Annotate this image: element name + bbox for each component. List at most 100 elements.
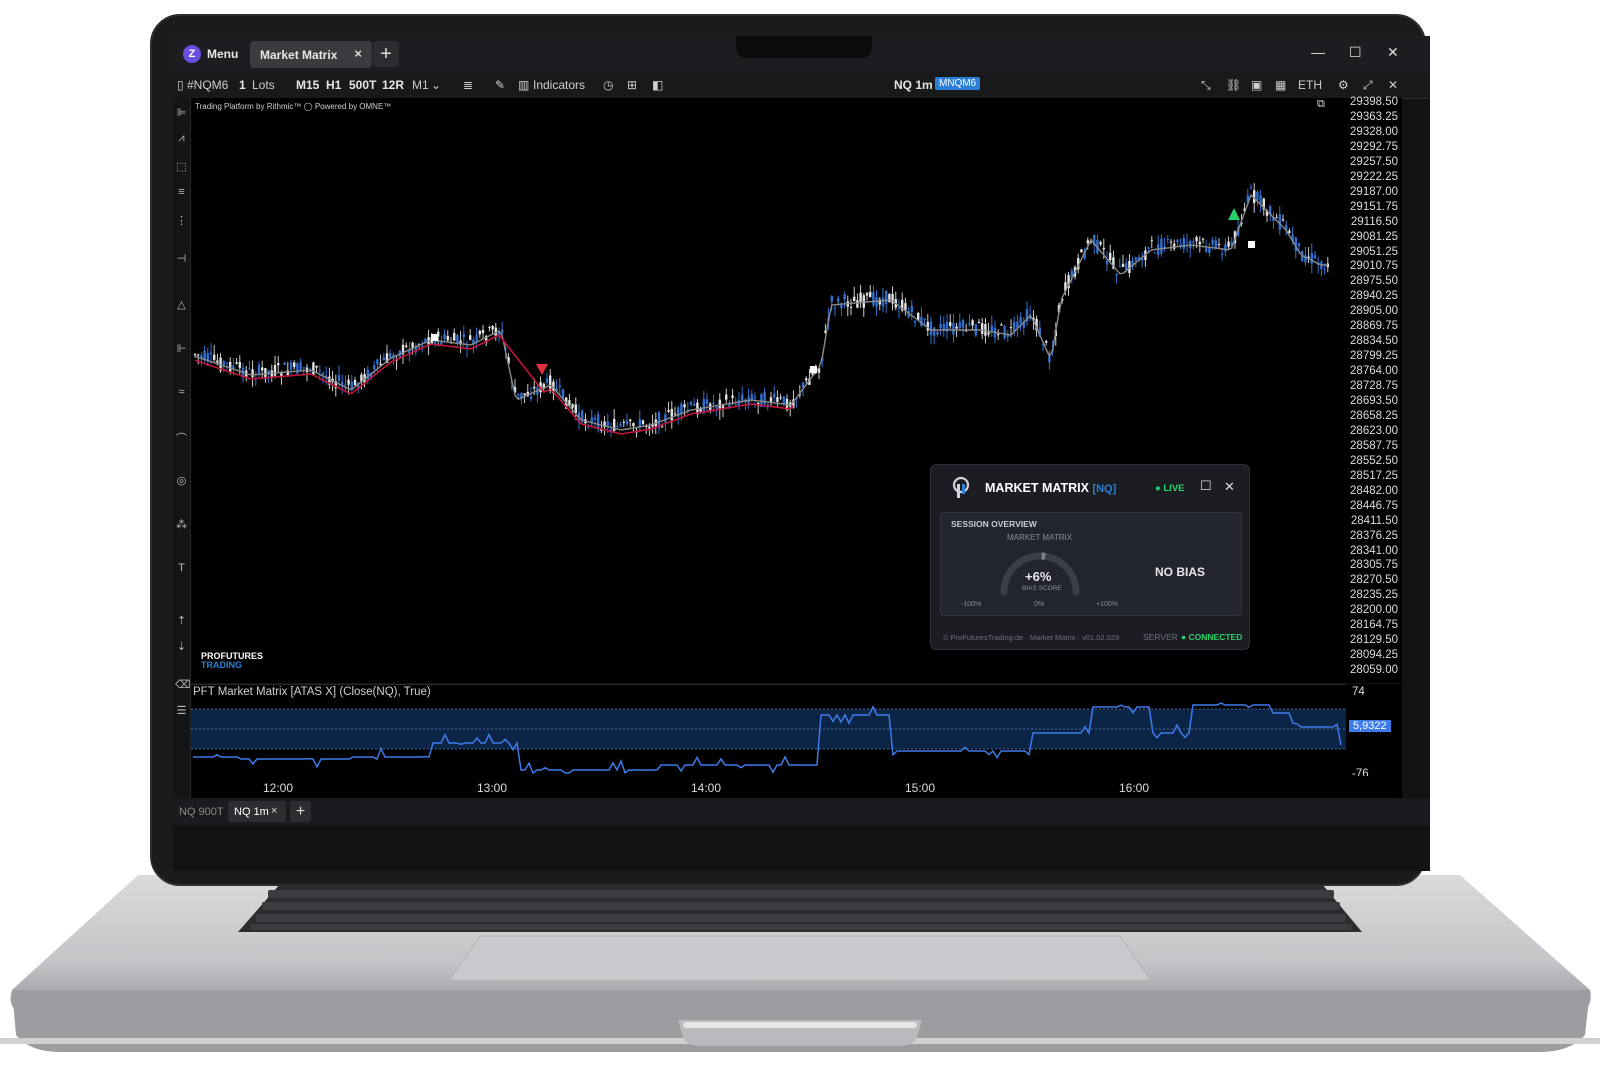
candle: [427, 329, 430, 356]
candle: [408, 341, 411, 362]
candle: [277, 356, 280, 373]
collapse-icon[interactable]: ⤡: [1201, 78, 1211, 93]
candle: [1019, 312, 1022, 331]
candle: [283, 361, 286, 366]
candle: [312, 361, 315, 376]
close-chart-tab-icon[interactable]: ×: [271, 805, 277, 817]
time-label: 16:00: [1119, 781, 1150, 795]
close-panel-icon[interactable]: ✕: [1224, 479, 1235, 495]
candle: [1016, 314, 1019, 338]
rectangle-tool-icon[interactable]: ⬚: [175, 160, 188, 173]
new-tab-button[interactable]: +: [373, 41, 399, 67]
eraser-icon[interactable]: ⌫: [175, 678, 191, 691]
price-label: 28623.00: [1350, 424, 1398, 437]
close-tab-icon[interactable]: ×: [354, 46, 362, 61]
panel-toggle-icon[interactable]: ◧: [652, 78, 663, 92]
pencil-icon[interactable]: ✎: [495, 78, 505, 92]
candle: [1275, 213, 1278, 219]
chart-settings-icon[interactable]: ⧉: [1317, 98, 1325, 111]
timeframe-500t[interactable]: 500T: [349, 78, 376, 92]
clock-icon[interactable]: ◷: [603, 78, 613, 92]
timeframe-m15[interactable]: M15: [296, 78, 319, 92]
candle: [1118, 258, 1121, 268]
candle: [936, 330, 939, 337]
candle: [997, 329, 1000, 341]
object-list-icon[interactable]: ☰: [175, 704, 188, 717]
gear-icon[interactable]: ⚙: [1338, 78, 1349, 92]
candle: [1144, 246, 1147, 267]
indicators-button[interactable]: Indicators: [533, 78, 585, 92]
pattern-tool-icon[interactable]: ≈: [175, 386, 188, 398]
triangle-tool-icon[interactable]: △: [175, 298, 188, 311]
long-position-icon[interactable]: ⇡: [175, 614, 188, 627]
minimize-button[interactable]: —: [1311, 44, 1325, 60]
tab-market-matrix[interactable]: Market Matrix ×: [250, 41, 372, 68]
price-axis[interactable]: 29398.50 29363.25 29328.00 29292.75 29257.50…: [1346, 96, 1402, 683]
candle: [981, 317, 984, 340]
session-overview-card: SESSION OVERVIEW MARKET MATRIX +6% BIAS …: [940, 512, 1242, 616]
trendline-tool-icon[interactable]: ⩘: [175, 132, 188, 145]
candle: [865, 291, 869, 301]
cursor-tool-icon[interactable]: ⊫: [175, 106, 188, 119]
candle: [392, 352, 395, 365]
candle: [472, 336, 475, 354]
magnet-icon[interactable]: ◎: [175, 474, 188, 487]
screen: Z Menu Market Matrix × + — ☐ ✕ ▯ #NQM6 1…: [173, 36, 1430, 871]
layout-icon[interactable]: ⊞: [627, 78, 637, 92]
close-chart-icon[interactable]: ✕: [1388, 78, 1398, 92]
horizontal-line-icon[interactable]: ⊣: [175, 252, 188, 265]
market-matrix-panel[interactable]: MARKET MATRIX [NQ] ● LIVE ☐ ✕ SESSION OV…: [930, 464, 1250, 650]
session-selector[interactable]: ETH: [1298, 78, 1322, 92]
maximize-button[interactable]: ☐: [1349, 44, 1362, 61]
candle: [1006, 330, 1009, 342]
add-chart-tab-button[interactable]: +: [290, 801, 311, 822]
price-label: 28235.25: [1350, 589, 1398, 602]
timeframe-12r[interactable]: 12R: [382, 78, 404, 92]
omne-icon: ◯: [303, 102, 315, 111]
candle: [488, 325, 491, 332]
candle: [453, 328, 456, 341]
camera-icon[interactable]: ▣: [1251, 78, 1262, 92]
maximize-panel-icon[interactable]: ☐: [1200, 478, 1212, 494]
link-icon[interactable]: ⛓: [1226, 78, 1241, 92]
price-label: 29398.50: [1350, 96, 1398, 108]
candle: [1182, 234, 1185, 254]
qty-value[interactable]: 1: [239, 78, 246, 92]
timeframe-m1[interactable]: M1: [412, 78, 429, 92]
timeframe-h1[interactable]: H1: [326, 78, 341, 92]
candle: [590, 409, 593, 427]
range-tool-icon[interactable]: ⋮: [175, 214, 188, 227]
candle: [1000, 322, 1003, 326]
menu-button[interactable]: Z Menu: [179, 42, 246, 66]
candle: [286, 362, 289, 377]
candle: [1179, 238, 1182, 250]
candle: [1278, 206, 1281, 236]
expand-icon[interactable]: ⤢: [1363, 78, 1373, 93]
time-axis[interactable]: 12:00 13:00 14:00 15:00 16:00: [191, 776, 1402, 798]
short-position-icon[interactable]: ⇣: [175, 640, 188, 653]
buy-arrow-icon: [1228, 208, 1240, 220]
chart-tabs: NQ 900T NQ 1m × +: [173, 798, 1430, 826]
indicator-pane[interactable]: [191, 684, 1346, 789]
price-label: 29081.25: [1350, 230, 1398, 243]
contract-badge: MNQM6: [935, 77, 981, 90]
scroll-handle-icon: ▯: [177, 78, 184, 92]
chevron-down-icon[interactable]: ⌄: [431, 78, 441, 92]
curve-tool-icon[interactable]: ⌒: [175, 430, 188, 446]
candle: [1189, 239, 1192, 258]
calendar-icon[interactable]: ▦: [1275, 78, 1286, 92]
candle: [1115, 273, 1118, 284]
candle: [1224, 238, 1227, 257]
candle: [414, 343, 417, 356]
fib-tool-icon[interactable]: ⊩: [175, 342, 188, 355]
symbol-selector[interactable]: #NQM6: [187, 78, 228, 92]
shapes-icon[interactable]: ⁂: [175, 518, 188, 531]
chart-tab-nq-900t[interactable]: NQ 900T: [179, 806, 224, 818]
candle: [872, 285, 875, 308]
candle: [1201, 237, 1205, 244]
text-tool-icon[interactable]: T: [175, 562, 188, 574]
close-window-button[interactable]: ✕: [1387, 44, 1399, 61]
price-label: 28341.00: [1350, 544, 1398, 557]
bar-style-icon[interactable]: ≣: [463, 78, 473, 92]
level-tool-icon[interactable]: ≡: [175, 186, 188, 198]
